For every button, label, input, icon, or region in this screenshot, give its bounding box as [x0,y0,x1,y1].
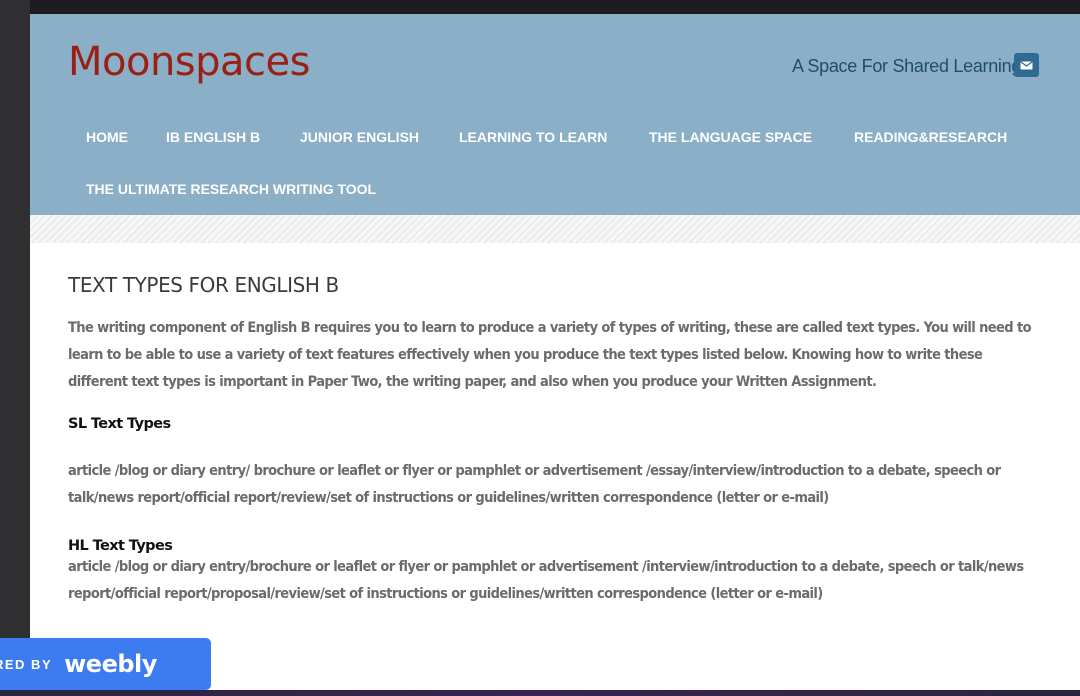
site-header: Moonspaces A Space For Shared Learning H… [30,14,1080,215]
site-logo[interactable]: Moonspaces [68,39,311,85]
sl-heading: SL Text Types [68,416,171,432]
header-divider-band [30,215,1080,243]
email-button[interactable] [1014,53,1039,77]
nav-item-reading-research[interactable]: READING&RESEARCH [854,129,1007,145]
nav-item-ib-english-b[interactable]: IB ENGLISH B [166,129,260,145]
nav-item-home[interactable]: HOME [86,129,128,145]
nav-item-learning-to-learn[interactable]: LEARNING TO LEARN [459,129,607,145]
weebly-badge[interactable]: RED BY weebly [0,638,211,690]
sl-text-types: article /blog or diary entry/ brochure o… [68,463,1001,506]
window-bottom-edge [0,690,1080,696]
main-content: TEXT TYPES FOR ENGLISH B The writing com… [30,243,1080,608]
hl-heading: HL Text Types [68,538,173,554]
powered-by-label: RED BY [0,656,53,672]
envelope-icon [1020,60,1033,69]
weebly-logo: weebly [64,650,157,678]
nav-item-junior-english[interactable]: JUNIOR ENGLISH [300,129,419,145]
nav-item-research-writing-tool[interactable]: THE ULTIMATE RESEARCH WRITING TOOL [86,181,376,197]
site-tagline: A Space For Shared Learning [792,56,1022,76]
window-left-edge [0,0,30,696]
hl-text-types: article /blog or diary entry/brochure or… [68,559,1024,602]
page-title: TEXT TYPES FOR ENGLISH B [68,273,339,297]
window-top-edge [30,0,1080,14]
nav-item-language-space[interactable]: THE LANGUAGE SPACE [649,129,812,145]
intro-paragraph: The writing component of English B requi… [68,320,1032,390]
web-page: Moonspaces A Space For Shared Learning H… [30,14,1080,690]
